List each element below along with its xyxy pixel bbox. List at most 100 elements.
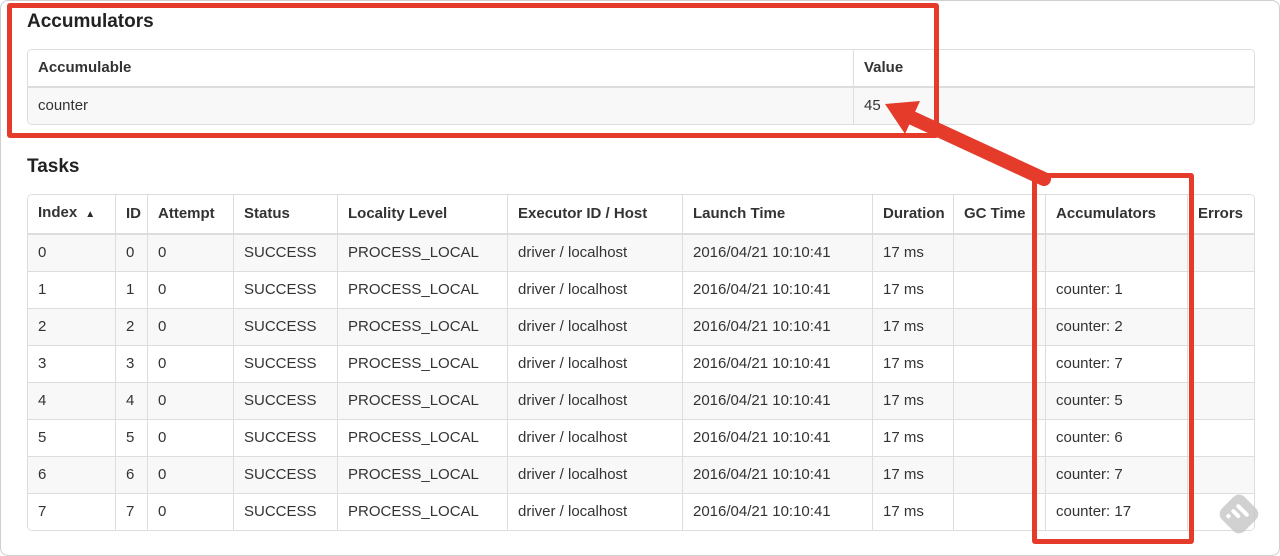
task-cell-attempt: 0 — [147, 493, 233, 530]
task-cell-status: SUCCESS — [233, 345, 337, 382]
launch-time-column-header[interactable]: Launch Time — [682, 195, 872, 235]
task-cell-accumulators: counter: 2 — [1045, 308, 1187, 345]
task-cell-launch-time: 2016/04/21 10:10:41 — [682, 419, 872, 456]
accumulators-header-row: Accumulable Value — [28, 50, 1254, 88]
task-cell-executor-id-host: driver / localhost — [507, 419, 682, 456]
task-cell-accumulators: counter: 1 — [1045, 271, 1187, 308]
accumulators-section-title: Accumulators — [27, 11, 154, 32]
task-cell-locality-level: PROCESS_LOCAL — [337, 235, 507, 271]
task-cell-id: 0 — [115, 235, 147, 271]
task-cell-gc-time — [953, 345, 1045, 382]
task-cell-executor-id-host: driver / localhost — [507, 456, 682, 493]
gc-time-column-header[interactable]: GC Time — [953, 195, 1045, 235]
task-cell-locality-level: PROCESS_LOCAL — [337, 271, 507, 308]
watermark-diamond — [1216, 491, 1262, 537]
page-content: Accumulators Accumulable Value counter 4… — [27, 9, 1255, 531]
task-cell-executor-id-host: driver / localhost — [507, 493, 682, 530]
task-cell-id: 5 — [115, 419, 147, 456]
task-cell-duration: 17 ms — [872, 456, 953, 493]
task-cell-gc-time — [953, 308, 1045, 345]
task-cell-executor-id-host: driver / localhost — [507, 345, 682, 382]
task-cell-duration: 17 ms — [872, 345, 953, 382]
task-cell-executor-id-host: driver / localhost — [507, 271, 682, 308]
task-cell-launch-time: 2016/04/21 10:10:41 — [682, 382, 872, 419]
accumulator-row: counter 45 — [28, 88, 1254, 124]
task-cell-status: SUCCESS — [233, 382, 337, 419]
task-cell-index: 1 — [28, 271, 115, 308]
task-cell-attempt: 0 — [147, 235, 233, 271]
task-row: 1 1 0 SUCCESS PROCESS_LOCAL driver / localhos… — [28, 271, 1254, 308]
task-cell-id: 4 — [115, 382, 147, 419]
accumulable-column-header: Accumulable — [28, 50, 853, 88]
task-cell-index: 0 — [28, 235, 115, 271]
task-cell-duration: 17 ms — [872, 235, 953, 271]
task-cell-executor-id-host: driver / localhost — [507, 382, 682, 419]
task-cell-errors — [1187, 345, 1254, 382]
task-cell-duration: 17 ms — [872, 382, 953, 419]
accumulable-name-cell: counter — [28, 88, 853, 124]
task-cell-attempt: 0 — [147, 382, 233, 419]
task-cell-id: 3 — [115, 345, 147, 382]
task-cell-errors — [1187, 308, 1254, 345]
task-cell-locality-level: PROCESS_LOCAL — [337, 382, 507, 419]
task-cell-errors — [1187, 382, 1254, 419]
duration-column-header[interactable]: Duration — [872, 195, 953, 235]
task-cell-accumulators: counter: 6 — [1045, 419, 1187, 456]
task-row: 5 5 0 SUCCESS PROCESS_LOCAL driver / localhos… — [28, 419, 1254, 456]
task-cell-attempt: 0 — [147, 456, 233, 493]
task-row: 2 2 0 SUCCESS PROCESS_LOCAL driver / localhos… — [28, 308, 1254, 345]
value-column-header: Value — [853, 50, 1254, 88]
task-row: 6 6 0 SUCCESS PROCESS_LOCAL driver / localhos… — [28, 456, 1254, 493]
task-cell-index: 4 — [28, 382, 115, 419]
task-cell-errors — [1187, 235, 1254, 271]
accumulators-column-header[interactable]: Accumulators — [1045, 195, 1187, 235]
task-cell-executor-id-host: driver / localhost — [507, 235, 682, 271]
task-cell-accumulators — [1045, 235, 1187, 271]
status-column-header[interactable]: Status — [233, 195, 337, 235]
task-cell-launch-time: 2016/04/21 10:10:41 — [682, 456, 872, 493]
task-cell-gc-time — [953, 456, 1045, 493]
task-cell-gc-time — [953, 493, 1045, 530]
task-cell-gc-time — [953, 235, 1045, 271]
task-cell-duration: 17 ms — [872, 308, 953, 345]
task-cell-index: 7 — [28, 493, 115, 530]
task-cell-status: SUCCESS — [233, 493, 337, 530]
task-cell-executor-id-host: driver / localhost — [507, 308, 682, 345]
index-column-header[interactable]: Index ▲ — [28, 195, 115, 235]
task-cell-index: 3 — [28, 345, 115, 382]
task-cell-errors — [1187, 419, 1254, 456]
task-cell-attempt: 0 — [147, 308, 233, 345]
task-cell-accumulators: counter: 17 — [1045, 493, 1187, 530]
task-cell-locality-level: PROCESS_LOCAL — [337, 308, 507, 345]
task-cell-id: 2 — [115, 308, 147, 345]
task-row: 7 7 0 SUCCESS PROCESS_LOCAL driver / localhos… — [28, 493, 1254, 530]
tasks-table: Index ▲ ID Attempt Status Locality Level … — [27, 194, 1255, 531]
errors-column-header[interactable]: Errors — [1187, 195, 1254, 235]
task-cell-index: 2 — [28, 308, 115, 345]
task-cell-id: 6 — [115, 456, 147, 493]
task-cell-id: 7 — [115, 493, 147, 530]
task-cell-launch-time: 2016/04/21 10:10:41 — [682, 345, 872, 382]
task-row: 3 3 0 SUCCESS PROCESS_LOCAL driver / localhos… — [28, 345, 1254, 382]
executor-id-host-column-header[interactable]: Executor ID / Host — [507, 195, 682, 235]
task-cell-attempt: 0 — [147, 345, 233, 382]
task-cell-attempt: 0 — [147, 419, 233, 456]
task-cell-locality-level: PROCESS_LOCAL — [337, 456, 507, 493]
task-cell-duration: 17 ms — [872, 419, 953, 456]
task-cell-status: SUCCESS — [233, 456, 337, 493]
task-cell-gc-time — [953, 419, 1045, 456]
attempt-column-header[interactable]: Attempt — [147, 195, 233, 235]
accumulators-table: Accumulable Value counter 45 — [27, 49, 1255, 125]
watermark-icon — [1216, 491, 1262, 537]
task-cell-launch-time: 2016/04/21 10:10:41 — [682, 308, 872, 345]
task-row: 4 4 0 SUCCESS PROCESS_LOCAL driver / localhos… — [28, 382, 1254, 419]
id-column-header[interactable]: ID — [115, 195, 147, 235]
task-cell-duration: 17 ms — [872, 493, 953, 530]
task-cell-locality-level: PROCESS_LOCAL — [337, 419, 507, 456]
task-cell-gc-time — [953, 382, 1045, 419]
locality-level-column-header[interactable]: Locality Level — [337, 195, 507, 235]
task-cell-index: 6 — [28, 456, 115, 493]
task-cell-accumulators: counter: 5 — [1045, 382, 1187, 419]
task-cell-locality-level: PROCESS_LOCAL — [337, 345, 507, 382]
task-cell-accumulators: counter: 7 — [1045, 456, 1187, 493]
